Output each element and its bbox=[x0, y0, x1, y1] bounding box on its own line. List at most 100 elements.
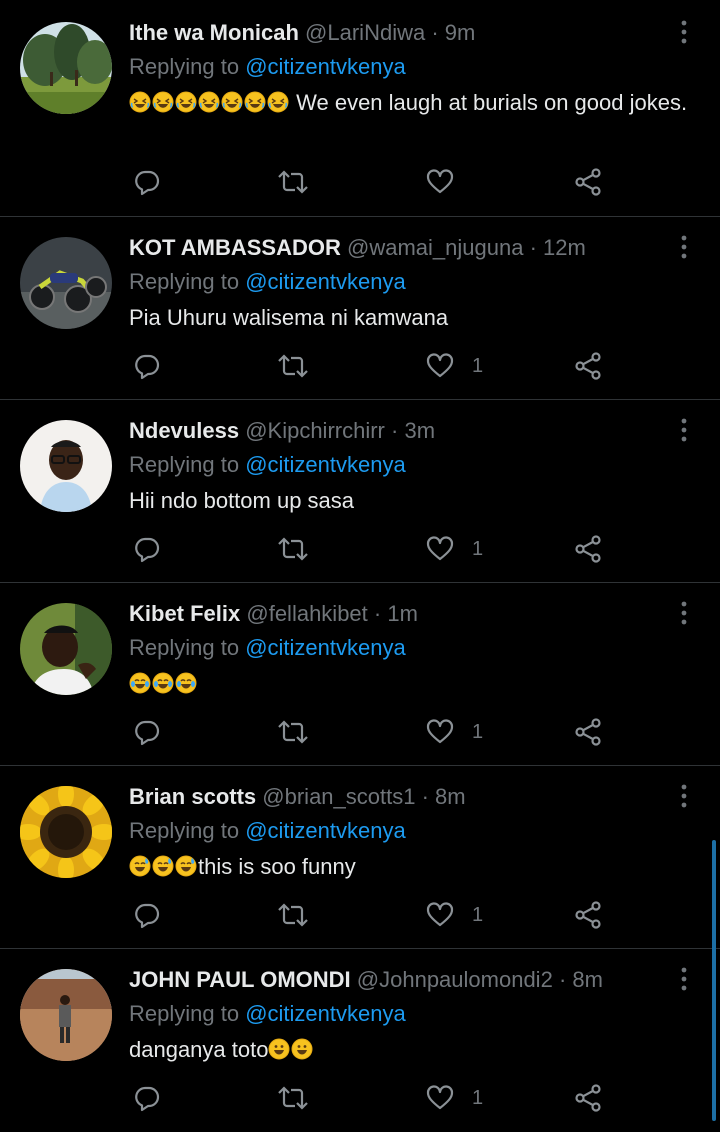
emoji-sweat-smile-icon bbox=[175, 855, 197, 877]
more-options-icon[interactable] bbox=[674, 782, 694, 810]
retweet-button[interactable] bbox=[277, 1080, 309, 1116]
timestamp[interactable]: 3m bbox=[404, 418, 435, 443]
more-options-icon[interactable] bbox=[674, 416, 694, 444]
like-button[interactable]: 1 bbox=[426, 531, 483, 567]
reply-tweet[interactable]: JOHN PAUL OMONDI @Johnpaulomondi2 · 8m R… bbox=[0, 949, 720, 1132]
tweet-content: Brian scotts @brian_scotts1 · 8m Replyin… bbox=[129, 780, 690, 884]
like-button[interactable]: 1 bbox=[426, 897, 483, 933]
tweet-body: Hii ndo bottom up sasa bbox=[129, 488, 355, 513]
share-button[interactable] bbox=[574, 714, 602, 750]
share-button[interactable] bbox=[574, 897, 602, 933]
like-button[interactable]: 1 bbox=[426, 714, 483, 750]
timestamp[interactable]: 1m bbox=[387, 601, 418, 626]
emoji-run bbox=[129, 671, 198, 696]
retweet-button[interactable] bbox=[277, 164, 309, 200]
avatar[interactable] bbox=[20, 786, 112, 878]
display-name[interactable]: Ithe wa Monicah bbox=[129, 20, 299, 45]
retweet-button[interactable] bbox=[277, 714, 309, 750]
avatar[interactable] bbox=[20, 603, 112, 695]
tweet-header: Ndevuless @Kipchirrchirr · 3m bbox=[129, 414, 690, 448]
tweet-text: this is soo funny bbox=[129, 850, 690, 884]
reply-button[interactable] bbox=[133, 1080, 161, 1116]
share-icon bbox=[575, 535, 601, 563]
user-handle[interactable]: @brian_scotts1 bbox=[262, 784, 415, 809]
emoji-rofl-icon bbox=[221, 91, 243, 113]
separator-dot: · bbox=[558, 967, 567, 992]
more-options-icon[interactable] bbox=[674, 965, 694, 993]
heart-icon bbox=[426, 1085, 454, 1110]
replying-to: Replying to @citizentvkenya bbox=[129, 997, 690, 1031]
heart-icon bbox=[426, 719, 454, 744]
display-name[interactable]: Brian scotts bbox=[129, 784, 256, 809]
reply-tweet[interactable]: KOT AMBASSADOR @wamai_njuguna · 12m Repl… bbox=[0, 217, 720, 400]
more-options-icon[interactable] bbox=[674, 233, 694, 261]
avatar[interactable] bbox=[20, 237, 112, 329]
retweet-button[interactable] bbox=[277, 348, 309, 384]
mention-link[interactable]: @citizentvkenya bbox=[245, 818, 406, 843]
reply-icon bbox=[135, 1086, 160, 1112]
timestamp[interactable]: 9m bbox=[445, 20, 476, 45]
reply-tweet[interactable]: Brian scotts @brian_scotts1 · 8m Replyin… bbox=[0, 766, 720, 949]
reply-tweet[interactable]: Kibet Felix @fellahkibet · 1m Replying t… bbox=[0, 583, 720, 766]
reply-button[interactable] bbox=[133, 531, 161, 567]
share-button[interactable] bbox=[574, 531, 602, 567]
avatar[interactable] bbox=[20, 969, 112, 1061]
share-button[interactable] bbox=[574, 348, 602, 384]
user-handle[interactable]: @fellahkibet bbox=[246, 601, 367, 626]
like-button[interactable]: 1 bbox=[426, 348, 483, 384]
mention-link[interactable]: @citizentvkenya bbox=[245, 269, 406, 294]
tweet-text bbox=[129, 667, 690, 701]
retweet-button[interactable] bbox=[277, 897, 309, 933]
emoji-rofl-icon bbox=[267, 91, 289, 113]
like-button[interactable] bbox=[426, 164, 472, 200]
retweet-icon bbox=[278, 170, 308, 194]
emoji-sweat-smile-icon bbox=[152, 855, 174, 877]
replying-to: Replying to @citizentvkenya bbox=[129, 631, 690, 665]
reply-tweet[interactable]: Ithe wa Monicah @LariNdiwa · 9m Replying… bbox=[0, 0, 720, 217]
reply-button[interactable] bbox=[133, 348, 161, 384]
like-count: 1 bbox=[472, 903, 484, 926]
heart-icon bbox=[426, 536, 454, 561]
share-button[interactable] bbox=[574, 1080, 602, 1116]
mention-link[interactable]: @citizentvkenya bbox=[245, 1001, 406, 1026]
retweet-icon bbox=[278, 720, 308, 744]
timestamp[interactable]: 8m bbox=[435, 784, 466, 809]
heart-icon bbox=[426, 353, 454, 378]
avatar[interactable] bbox=[20, 22, 112, 114]
share-button[interactable] bbox=[574, 164, 602, 200]
scrollbar-thumb[interactable] bbox=[712, 840, 716, 1121]
user-handle[interactable]: @LariNdiwa bbox=[305, 20, 425, 45]
timestamp[interactable]: 12m bbox=[543, 235, 586, 260]
share-icon bbox=[575, 718, 601, 746]
timestamp[interactable]: 8m bbox=[572, 967, 603, 992]
replying-to-label: Replying to bbox=[129, 1001, 240, 1026]
display-name[interactable]: Ndevuless bbox=[129, 418, 239, 443]
emoji-joy-icon bbox=[129, 672, 151, 694]
display-name[interactable]: Kibet Felix bbox=[129, 601, 240, 626]
tweet-content: JOHN PAUL OMONDI @Johnpaulomondi2 · 8m R… bbox=[129, 963, 690, 1067]
mention-link[interactable]: @citizentvkenya bbox=[245, 635, 406, 660]
reply-button[interactable] bbox=[133, 164, 161, 200]
like-button[interactable]: 1 bbox=[426, 1080, 483, 1116]
share-icon bbox=[575, 901, 601, 929]
separator-dot: · bbox=[431, 20, 439, 45]
more-options-icon[interactable] bbox=[674, 599, 694, 627]
reply-tweet[interactable]: Ndevuless @Kipchirrchirr · 3m Replying t… bbox=[0, 400, 720, 583]
tweet-text: Hii ndo bottom up sasa bbox=[129, 484, 690, 518]
display-name[interactable]: KOT AMBASSADOR bbox=[129, 235, 341, 260]
user-handle[interactable]: @Kipchirrchirr bbox=[245, 418, 385, 443]
emoji-run bbox=[129, 854, 198, 879]
user-handle[interactable]: @Johnpaulomondi2 bbox=[357, 967, 553, 992]
mention-link[interactable]: @citizentvkenya bbox=[245, 54, 406, 79]
avatar[interactable] bbox=[20, 420, 112, 512]
more-options-icon[interactable] bbox=[674, 18, 694, 46]
like-count: 1 bbox=[472, 354, 484, 377]
mention-link[interactable]: @citizentvkenya bbox=[245, 452, 406, 477]
emoji-grinning-icon bbox=[268, 1038, 290, 1060]
reply-button[interactable] bbox=[133, 714, 161, 750]
reply-icon bbox=[135, 903, 160, 929]
user-handle[interactable]: @wamai_njuguna bbox=[347, 235, 523, 260]
reply-button[interactable] bbox=[133, 897, 161, 933]
display-name[interactable]: JOHN PAUL OMONDI bbox=[129, 967, 351, 992]
retweet-button[interactable] bbox=[277, 531, 309, 567]
